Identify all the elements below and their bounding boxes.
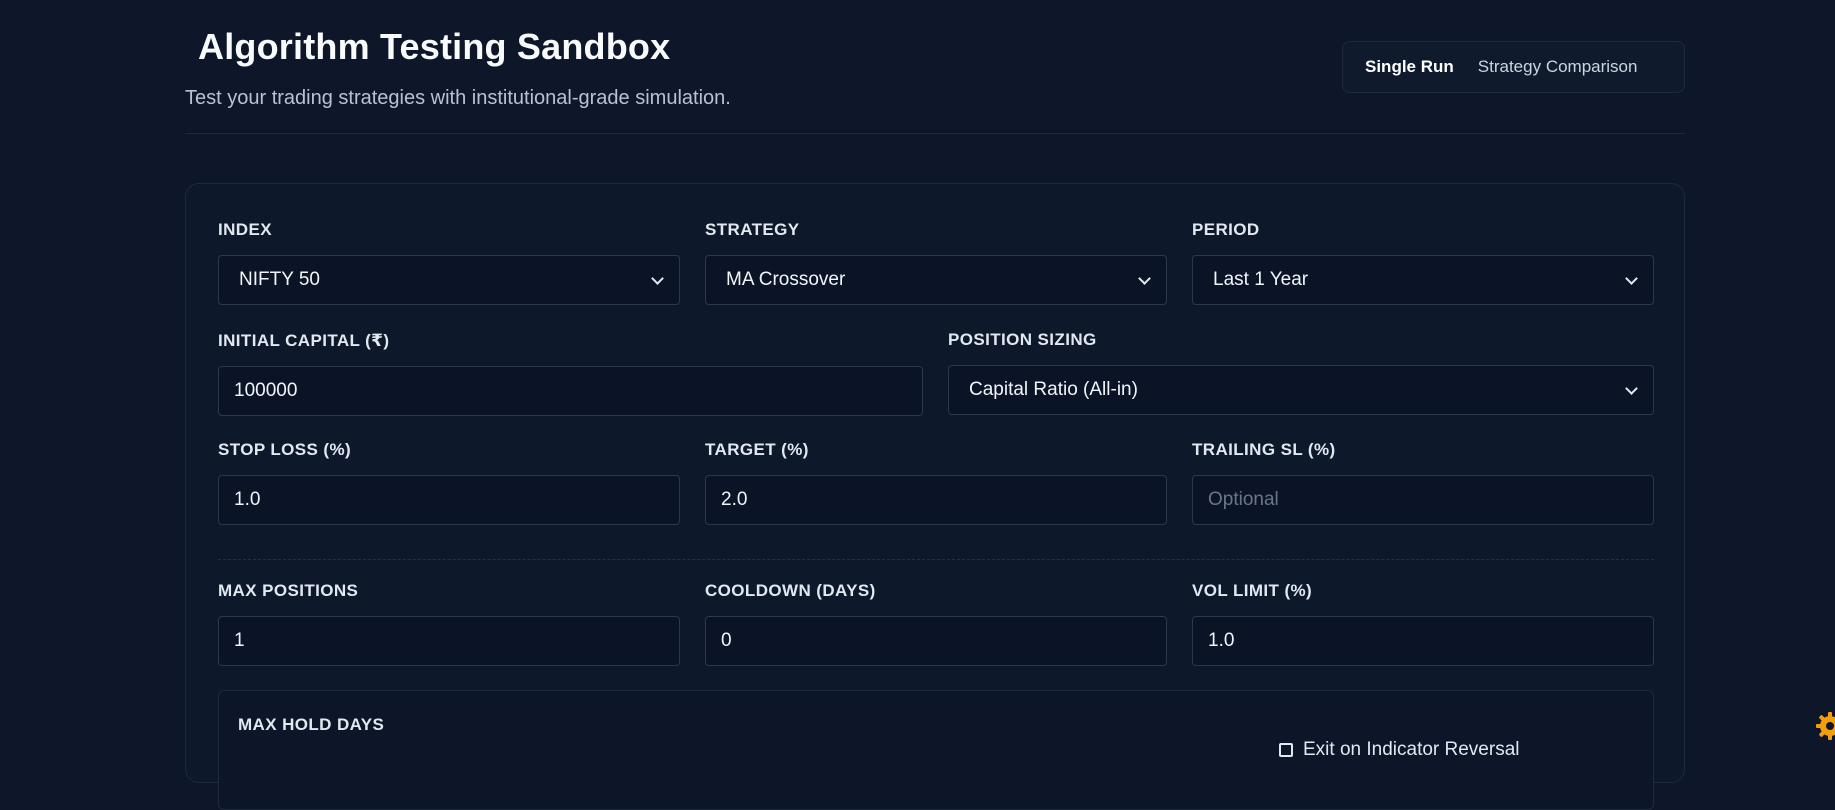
trailing-sl-label: TRAILING SL (%) xyxy=(1192,440,1336,459)
initial-capital-input[interactable] xyxy=(218,366,923,416)
max-positions-input[interactable] xyxy=(218,616,680,666)
strategy-label: STRATEGY xyxy=(705,220,800,239)
page-header: Algorithm Testing Sandbox Test your trad… xyxy=(185,0,1685,134)
trailing-sl-input[interactable] xyxy=(1192,475,1654,525)
max-positions-label: MAX POSITIONS xyxy=(218,581,359,600)
max-hold-days-label: MAX HOLD DAYS xyxy=(238,715,385,734)
page-title: Algorithm Testing Sandbox xyxy=(198,26,671,67)
initial-capital-label: INITIAL CAPITAL (₹) xyxy=(218,331,390,350)
strategy-field: STRATEGY MA Crossover xyxy=(705,220,1167,320)
cooldown-label: COOLDOWN (DAYS) xyxy=(705,581,876,600)
stop-loss-field: STOP LOSS (%) xyxy=(218,440,680,540)
mode-tabs: Single Run Strategy Comparison xyxy=(1342,41,1685,93)
checkbox-icon[interactable] xyxy=(1279,743,1293,757)
vol-limit-field: VOL LIMIT (%) xyxy=(1192,581,1654,681)
stop-loss-label: STOP LOSS (%) xyxy=(218,440,352,459)
index-field: INDEX NIFTY 50 xyxy=(218,220,680,320)
stop-loss-input[interactable] xyxy=(218,475,680,525)
tab-single-run[interactable]: Single Run xyxy=(1353,57,1466,77)
strategy-value: MA Crossover xyxy=(726,269,846,290)
position-sizing-value: Capital Ratio (All-in) xyxy=(969,379,1138,400)
target-field: TARGET (%) xyxy=(705,440,1167,540)
period-field: PERIOD Last 1 Year xyxy=(1192,220,1654,320)
exit-reversal-label: Exit on Indicator Reversal xyxy=(1303,739,1520,760)
chevron-down-icon xyxy=(1624,273,1638,287)
exit-reversal-toggle[interactable]: Exit on Indicator Reversal xyxy=(1279,739,1520,761)
period-select[interactable]: Last 1 Year xyxy=(1192,255,1654,305)
cooldown-input[interactable] xyxy=(705,616,1167,666)
chevron-down-icon xyxy=(1624,383,1638,397)
config-card: INDEX NIFTY 50 STRATEGY MA Crossover PER… xyxy=(185,183,1685,810)
initial-capital-field: INITIAL CAPITAL (₹) xyxy=(218,331,923,431)
section-divider xyxy=(218,559,1654,560)
index-select[interactable]: NIFTY 50 xyxy=(218,255,680,305)
page-subtitle: Test your trading strategies with instit… xyxy=(185,87,731,109)
period-value: Last 1 Year xyxy=(1213,269,1309,290)
cooldown-field: COOLDOWN (DAYS) xyxy=(705,581,1167,681)
index-value: NIFTY 50 xyxy=(239,269,320,290)
position-sizing-field: POSITION SIZING Capital Ratio (All-in) xyxy=(948,330,1654,430)
exit-rules-panel: MAX HOLD DAYS Exit on Indicator Reversal xyxy=(218,690,1654,810)
index-label: INDEX xyxy=(218,220,272,239)
gear-icon[interactable] xyxy=(1815,711,1835,741)
max-positions-field: MAX POSITIONS xyxy=(218,581,680,681)
vol-limit-input[interactable] xyxy=(1192,616,1654,666)
vol-limit-label: VOL LIMIT (%) xyxy=(1192,581,1313,600)
chevron-down-icon xyxy=(1137,273,1151,287)
position-sizing-label: POSITION SIZING xyxy=(948,330,1097,349)
target-label: TARGET (%) xyxy=(705,440,809,459)
target-input[interactable] xyxy=(705,475,1167,525)
trailing-sl-field: TRAILING SL (%) xyxy=(1192,440,1654,540)
period-label: PERIOD xyxy=(1192,220,1260,239)
chevron-down-icon xyxy=(650,273,664,287)
tab-strategy-comparison[interactable]: Strategy Comparison xyxy=(1466,57,1650,77)
strategy-select[interactable]: MA Crossover xyxy=(705,255,1167,305)
position-sizing-select[interactable]: Capital Ratio (All-in) xyxy=(948,365,1654,415)
